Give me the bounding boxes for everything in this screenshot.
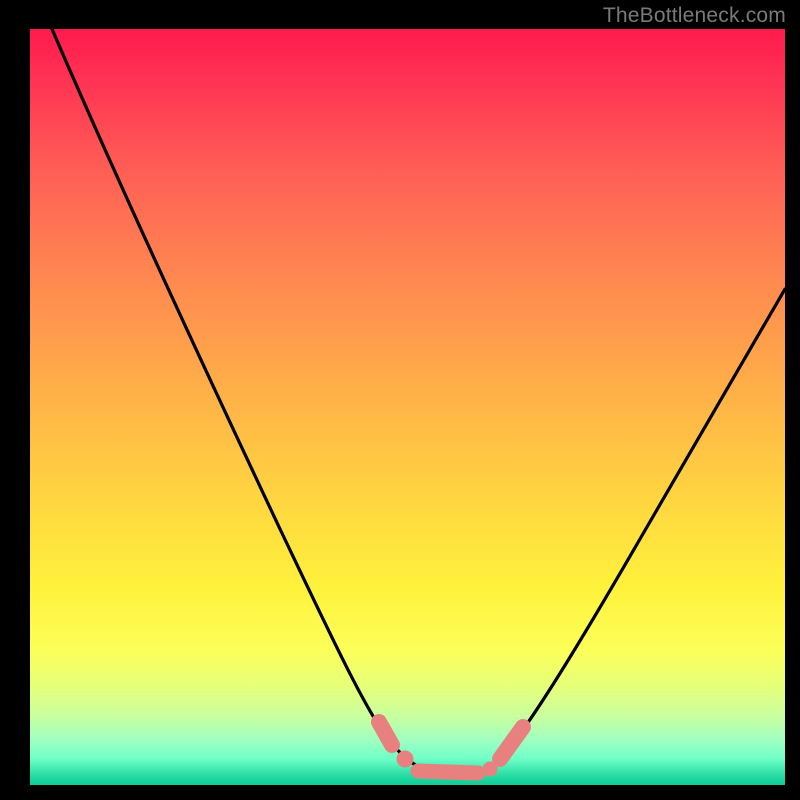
marker xyxy=(418,771,478,773)
watermark-text: TheBottleneck.com xyxy=(603,4,786,28)
chart-container: TheBottleneck.com xyxy=(0,0,800,800)
plot-area xyxy=(30,29,785,785)
bottleneck-curve xyxy=(52,29,785,775)
marker xyxy=(483,762,497,776)
marker xyxy=(379,722,392,745)
marker xyxy=(500,727,523,759)
marker-group xyxy=(379,722,523,776)
curve-layer xyxy=(30,29,785,785)
marker xyxy=(397,751,413,767)
